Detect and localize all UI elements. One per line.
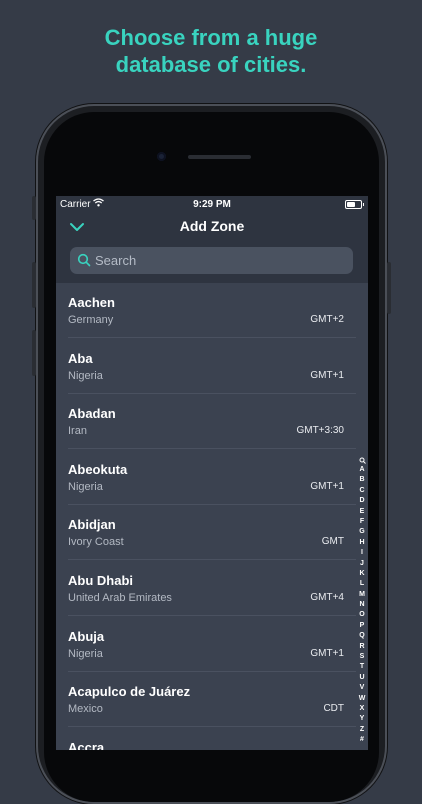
list-item[interactable]: Aachen Germany GMT+2 [56,283,368,338]
country-name: Germany [68,314,114,326]
page-title: Add Zone [179,218,245,234]
search-icon [77,253,91,267]
index-letter[interactable]: P [355,621,368,631]
city-name: Abu Dhabi [68,573,133,588]
country-name: Nigeria [68,369,103,382]
list-item[interactable]: Accra [56,728,368,750]
gmt-offset: GMT+1 [310,369,344,381]
gmt-offset: GMT [321,536,344,548]
index-letter[interactable]: S [355,652,368,662]
list-item[interactable]: Abadan Iran GMT+3:30 [56,394,368,450]
navigation-bar: Add Zone [56,214,368,240]
index-letter[interactable]: D [355,496,368,506]
city-name: Abuja [68,628,105,644]
front-camera [157,152,166,161]
city-name: Acapulco de Juárez [68,684,191,700]
volume-down-button [32,330,36,376]
index-letter[interactable]: Y [355,714,368,724]
index-letter[interactable]: R [355,642,368,652]
list-item[interactable]: Abidjan Ivory Coast GMT [56,505,368,561]
index-letter[interactable]: H [355,538,368,548]
earpiece-speaker [188,155,251,159]
headline-line-2: database of cities. [115,52,307,77]
index-letter[interactable]: N [355,600,368,610]
city-list[interactable]: Aachen Germany GMT+2 Aba Nigeria GMT+1 A… [56,283,368,750]
search-bar[interactable] [70,247,353,274]
index-letter[interactable]: V [355,683,368,693]
section-index[interactable]: A B C D E F G H I J K L M N O P Q R S T … [355,455,368,746]
index-letter[interactable]: T [355,662,368,672]
index-letter[interactable]: G [355,527,368,537]
index-letter[interactable]: M [355,590,368,600]
list-item[interactable]: Acapulco de Juárez Mexico CDT [56,672,368,728]
index-letter[interactable]: J [355,559,368,569]
battery-icon [345,200,364,209]
status-bar: Carrier 9:29 PM [56,196,368,212]
search-input[interactable] [95,247,345,274]
index-letter[interactable]: A [355,465,368,475]
app-screen: Carrier 9:29 PM Add Zone Aachen Germany … [56,196,368,750]
city-name: Aba [68,350,93,366]
volume-up-button [32,262,36,308]
index-letter[interactable]: L [355,579,368,589]
gmt-offset: GMT+1 [310,647,344,659]
list-item[interactable]: Abu Dhabi United Arab Emirates GMT+4 [56,561,368,616]
headline-line-1: Choose from a huge [104,25,318,50]
city-name: Abadan [68,406,116,422]
mute-switch [32,196,36,220]
country-name: Nigeria [68,480,103,493]
index-letter[interactable]: K [355,569,368,579]
city-name: Abeokuta [68,461,128,477]
gmt-offset: GMT+2 [310,314,344,325]
index-letter[interactable]: U [355,673,368,683]
country-name: Ivory Coast [68,536,124,549]
country-name: Mexico [68,703,103,716]
city-name: Aachen [68,295,115,310]
index-search-icon[interactable] [355,455,368,465]
gmt-offset: CDT [323,703,344,715]
index-letter[interactable]: C [355,486,368,496]
country-name: United Arab Emirates [68,592,172,604]
gmt-offset: GMT+4 [310,592,344,603]
city-name: Abidjan [68,517,116,533]
gmt-offset: GMT+3:30 [296,425,344,437]
country-name: Nigeria [68,647,103,660]
index-letter[interactable]: B [355,475,368,485]
index-letter[interactable]: E [355,507,368,517]
gmt-offset: GMT+1 [310,480,344,492]
index-letter[interactable]: Z [355,725,368,735]
list-item[interactable]: Abeokuta Nigeria GMT+1 [56,450,368,505]
index-letter[interactable]: W [355,694,368,704]
city-name: Accra [68,739,105,750]
index-letter[interactable]: Q [355,631,368,641]
status-time: 9:29 PM [193,199,231,210]
power-button [387,262,391,314]
list-item[interactable]: Aba Nigeria GMT+1 [56,339,368,394]
list-item[interactable]: Abuja Nigeria GMT+1 [56,617,368,672]
index-letter[interactable]: O [355,610,368,620]
index-letter[interactable]: F [355,517,368,527]
marketing-headline: Choose from a huge database of cities. [0,24,422,78]
country-name: Iran [68,425,87,438]
index-letter[interactable]: X [355,704,368,714]
index-letter[interactable]: I [355,548,368,558]
index-letter[interactable]: # [355,735,368,745]
